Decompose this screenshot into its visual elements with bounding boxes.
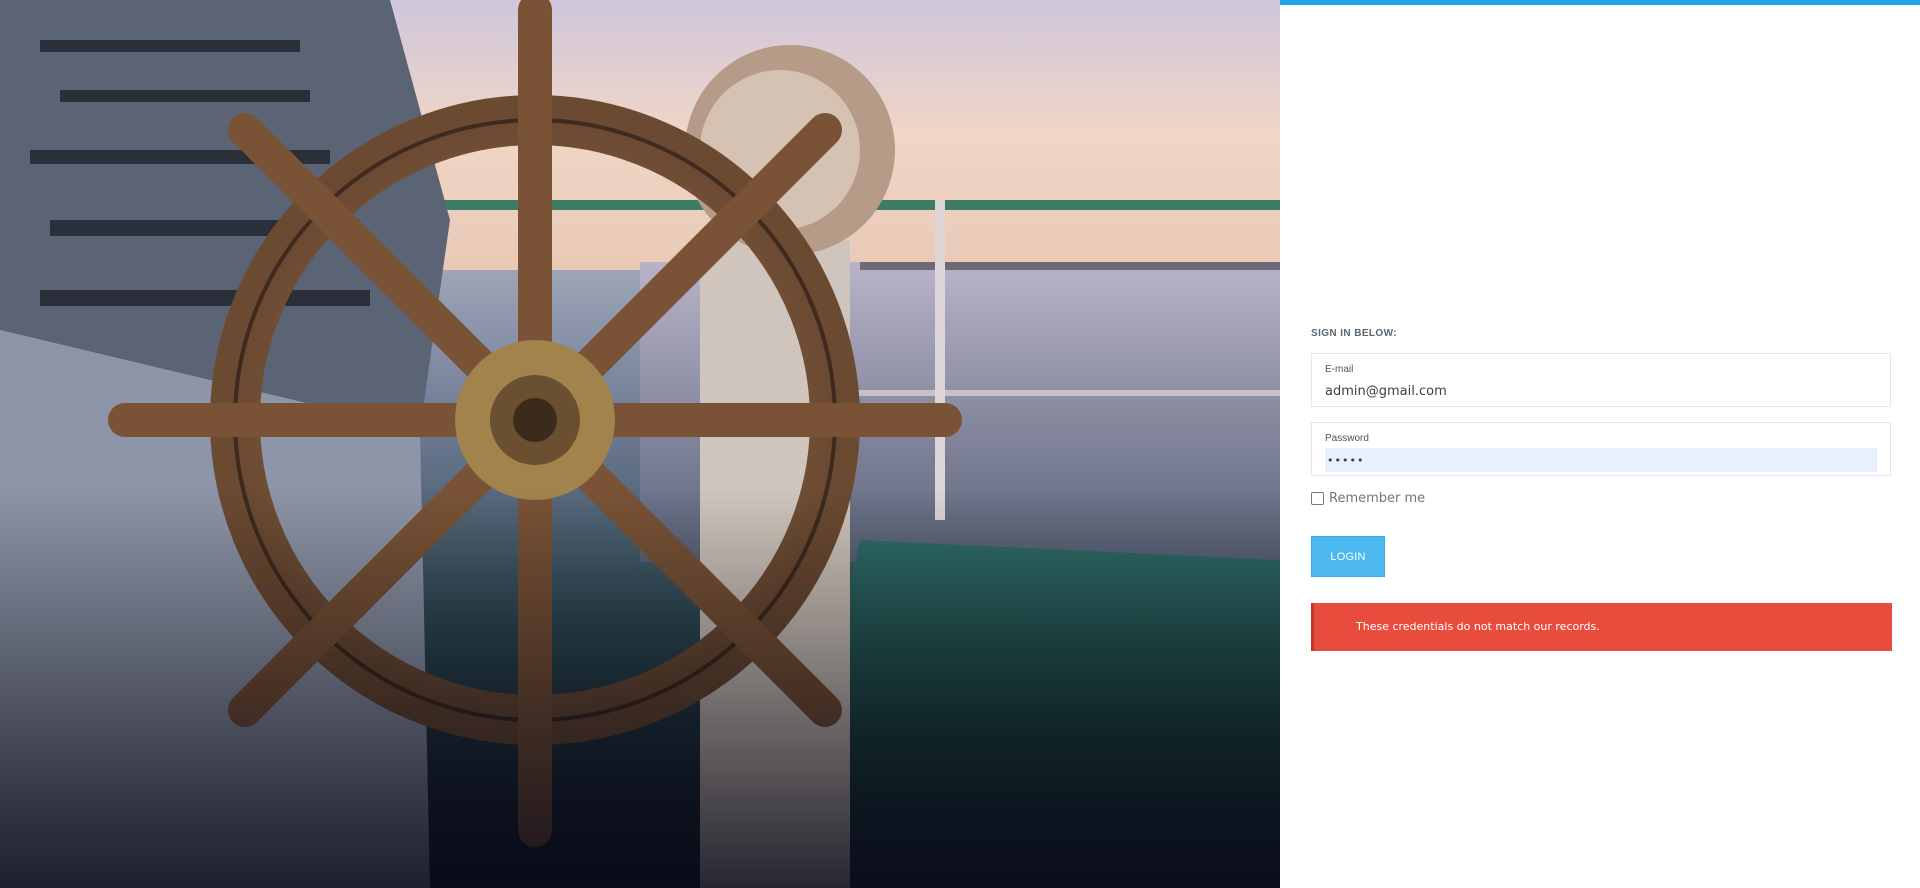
form-heading: SIGN IN BELOW:	[1311, 328, 1397, 339]
remember-me-row[interactable]: Remember me	[1311, 491, 1891, 506]
ship-wheel-image	[0, 0, 1280, 888]
password-label: Password	[1325, 433, 1369, 444]
ship-wheel-illustration	[0, 0, 1280, 888]
login-form: SIGN IN BELOW: E-mail Password Remember …	[1311, 328, 1892, 651]
email-field[interactable]	[1325, 379, 1877, 403]
login-button[interactable]: LOGIN	[1311, 536, 1385, 577]
password-field[interactable]	[1325, 448, 1877, 472]
remember-me-checkbox[interactable]	[1311, 492, 1324, 505]
login-page: SIGN IN BELOW: E-mail Password Remember …	[0, 0, 1920, 888]
email-label: E-mail	[1325, 364, 1354, 375]
error-alert: These credentials do not match our recor…	[1311, 603, 1892, 651]
password-field-box[interactable]: Password	[1311, 422, 1891, 476]
accent-top-bar	[1280, 0, 1920, 5]
login-panel: SIGN IN BELOW: E-mail Password Remember …	[1280, 0, 1920, 888]
remember-me-label[interactable]: Remember me	[1329, 491, 1425, 506]
email-field-box[interactable]: E-mail	[1311, 353, 1891, 407]
